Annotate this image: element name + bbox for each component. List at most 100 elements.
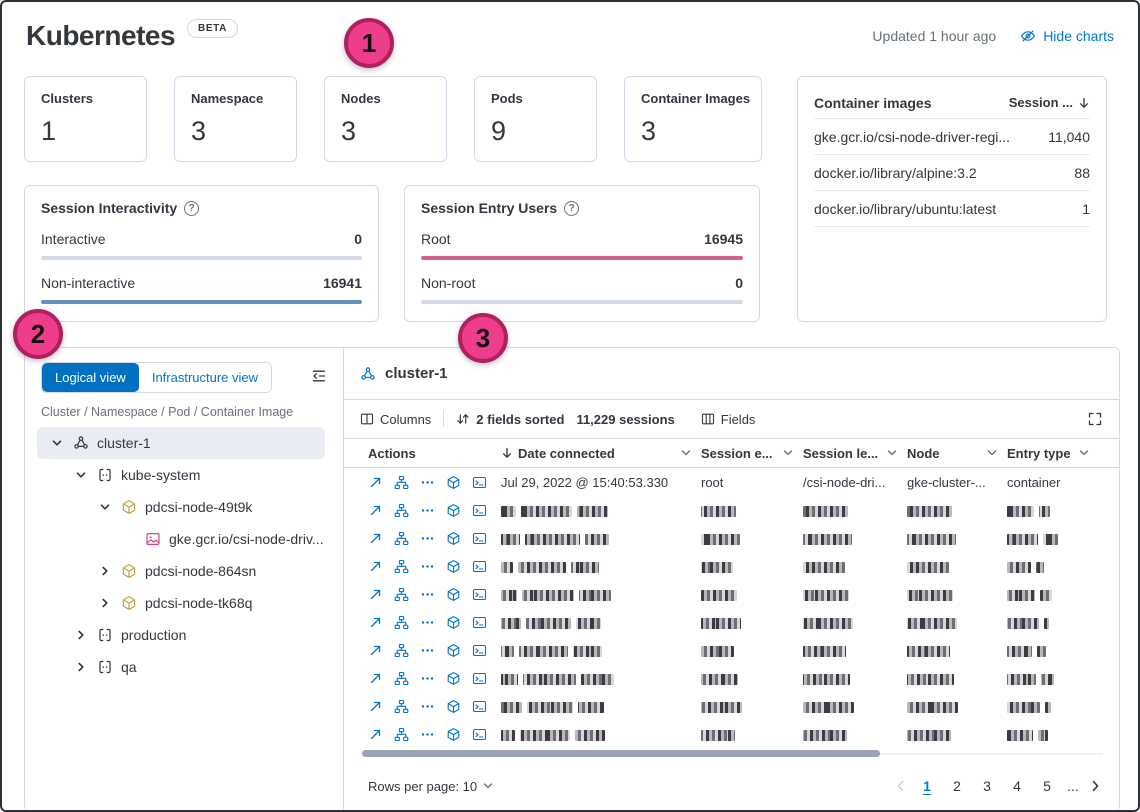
container-icon[interactable] [446,559,461,574]
terminal-icon[interactable] [472,587,487,602]
help-icon[interactable] [184,201,199,216]
chevron-down-icon[interactable] [49,437,65,449]
page-button-4[interactable]: 4 [1005,774,1029,798]
expand-icon[interactable] [368,531,383,546]
process-tree-icon[interactable] [394,643,409,658]
columns-button[interactable]: Columns [360,412,431,427]
container-icon[interactable] [446,727,461,742]
process-tree-icon[interactable] [394,503,409,518]
expand-icon[interactable] [368,559,383,574]
more-actions-icon[interactable] [420,475,435,490]
process-tree-icon[interactable] [394,699,409,714]
column-header-session-e[interactable]: Session e... [701,446,803,461]
more-actions-icon[interactable] [420,643,435,658]
container-icon[interactable] [446,503,461,518]
container-icon[interactable] [446,699,461,714]
redacted-cell [803,727,907,742]
more-actions-icon[interactable] [420,727,435,742]
tree-item-kube-system[interactable]: kube-system [37,459,325,491]
caret-down-icon[interactable] [681,450,691,456]
next-page-icon[interactable] [1087,778,1103,794]
rows-per-page-button[interactable]: Rows per page: 10 [368,779,493,794]
page-button-5[interactable]: 5 [1035,774,1059,798]
page-button-3[interactable]: 3 [975,774,999,798]
container-icon[interactable] [446,671,461,686]
redacted-cell [501,727,701,742]
container-icon[interactable] [446,643,461,658]
column-header-entry-type[interactable]: Entry type [1007,446,1099,461]
chevron-right-icon[interactable] [73,629,89,641]
expand-icon[interactable] [368,671,383,686]
terminal-icon[interactable] [472,503,487,518]
terminal-icon[interactable] [472,727,487,742]
terminal-icon[interactable] [472,475,487,490]
process-tree-icon[interactable] [394,475,409,490]
chevron-down-icon[interactable] [73,469,89,481]
expand-icon[interactable] [368,475,383,490]
expand-icon[interactable] [368,699,383,714]
more-actions-icon[interactable] [420,615,435,630]
column-header-date-connected[interactable]: Date connected [501,446,701,461]
session-cell: root [701,475,803,490]
terminal-icon[interactable] [472,559,487,574]
more-actions-icon[interactable] [420,559,435,574]
page-button-2[interactable]: 2 [945,774,969,798]
column-header-session-le[interactable]: Session le... [803,446,907,461]
more-actions-icon[interactable] [420,587,435,602]
expand-icon[interactable] [368,643,383,658]
tree-item-gke-gcr-io-csi-node-driv[interactable]: gke.gcr.io/csi-node-driv... [37,523,325,555]
expand-icon[interactable] [368,587,383,602]
tree-item-cluster-1[interactable]: cluster-1 [37,427,325,459]
container-images-sort-column[interactable]: Session ... [1009,95,1090,110]
terminal-icon[interactable] [472,699,487,714]
fullscreen-icon[interactable] [1087,411,1103,427]
expand-icon[interactable] [368,615,383,630]
tree-item-pdcsi-node-tk68q[interactable]: pdcsi-node-tk68q [37,587,325,619]
more-actions-icon[interactable] [420,531,435,546]
container-icon[interactable] [446,615,461,630]
page-button-1[interactable]: 1 [915,774,939,798]
process-tree-icon[interactable] [394,559,409,574]
caret-down-icon[interactable] [887,450,897,456]
more-actions-icon[interactable] [420,699,435,714]
terminal-icon[interactable] [472,615,487,630]
process-tree-icon[interactable] [394,531,409,546]
more-actions-icon[interactable] [420,503,435,518]
tree-panel: Logical view Infrastructure view Cluster… [25,348,344,811]
process-tree-icon[interactable] [394,671,409,686]
redacted-cell [501,671,701,686]
scrollbar-thumb[interactable] [362,750,880,757]
chevron-down-icon[interactable] [97,501,113,513]
caret-down-icon[interactable] [783,450,793,456]
fields-button[interactable]: Fields [701,412,756,427]
container-icon[interactable] [446,587,461,602]
logical-view-button[interactable]: Logical view [42,363,139,392]
tree-item-pdcsi-node-864sn[interactable]: pdcsi-node-864sn [37,555,325,587]
more-actions-icon[interactable] [420,671,435,686]
process-tree-icon[interactable] [394,727,409,742]
process-tree-icon[interactable] [394,587,409,602]
terminal-icon[interactable] [472,643,487,658]
tree-item-production[interactable]: production [37,619,325,651]
collapse-panel-icon[interactable] [311,368,327,384]
process-tree-icon[interactable] [394,615,409,630]
fields-sorted-button[interactable]: 2 fields sorted [456,412,564,427]
tree-item-qa[interactable]: qa [37,651,325,683]
column-header-node[interactable]: Node [907,446,1007,461]
infrastructure-view-button[interactable]: Infrastructure view [139,363,271,392]
chevron-right-icon[interactable] [97,565,113,577]
expand-icon[interactable] [368,503,383,518]
tree-item-pdcsi-node-49t9k[interactable]: pdcsi-node-49t9k [37,491,325,523]
caret-down-icon[interactable] [1079,450,1089,456]
terminal-icon[interactable] [472,531,487,546]
expand-icon[interactable] [368,727,383,742]
hide-charts-button[interactable]: Hide charts [1020,28,1114,44]
help-icon[interactable] [564,201,579,216]
terminal-icon[interactable] [472,671,487,686]
previous-page-icon[interactable] [893,778,909,794]
container-icon[interactable] [446,475,461,490]
container-icon[interactable] [446,531,461,546]
caret-down-icon[interactable] [987,450,997,456]
chevron-right-icon[interactable] [97,597,113,609]
chevron-right-icon[interactable] [73,661,89,673]
